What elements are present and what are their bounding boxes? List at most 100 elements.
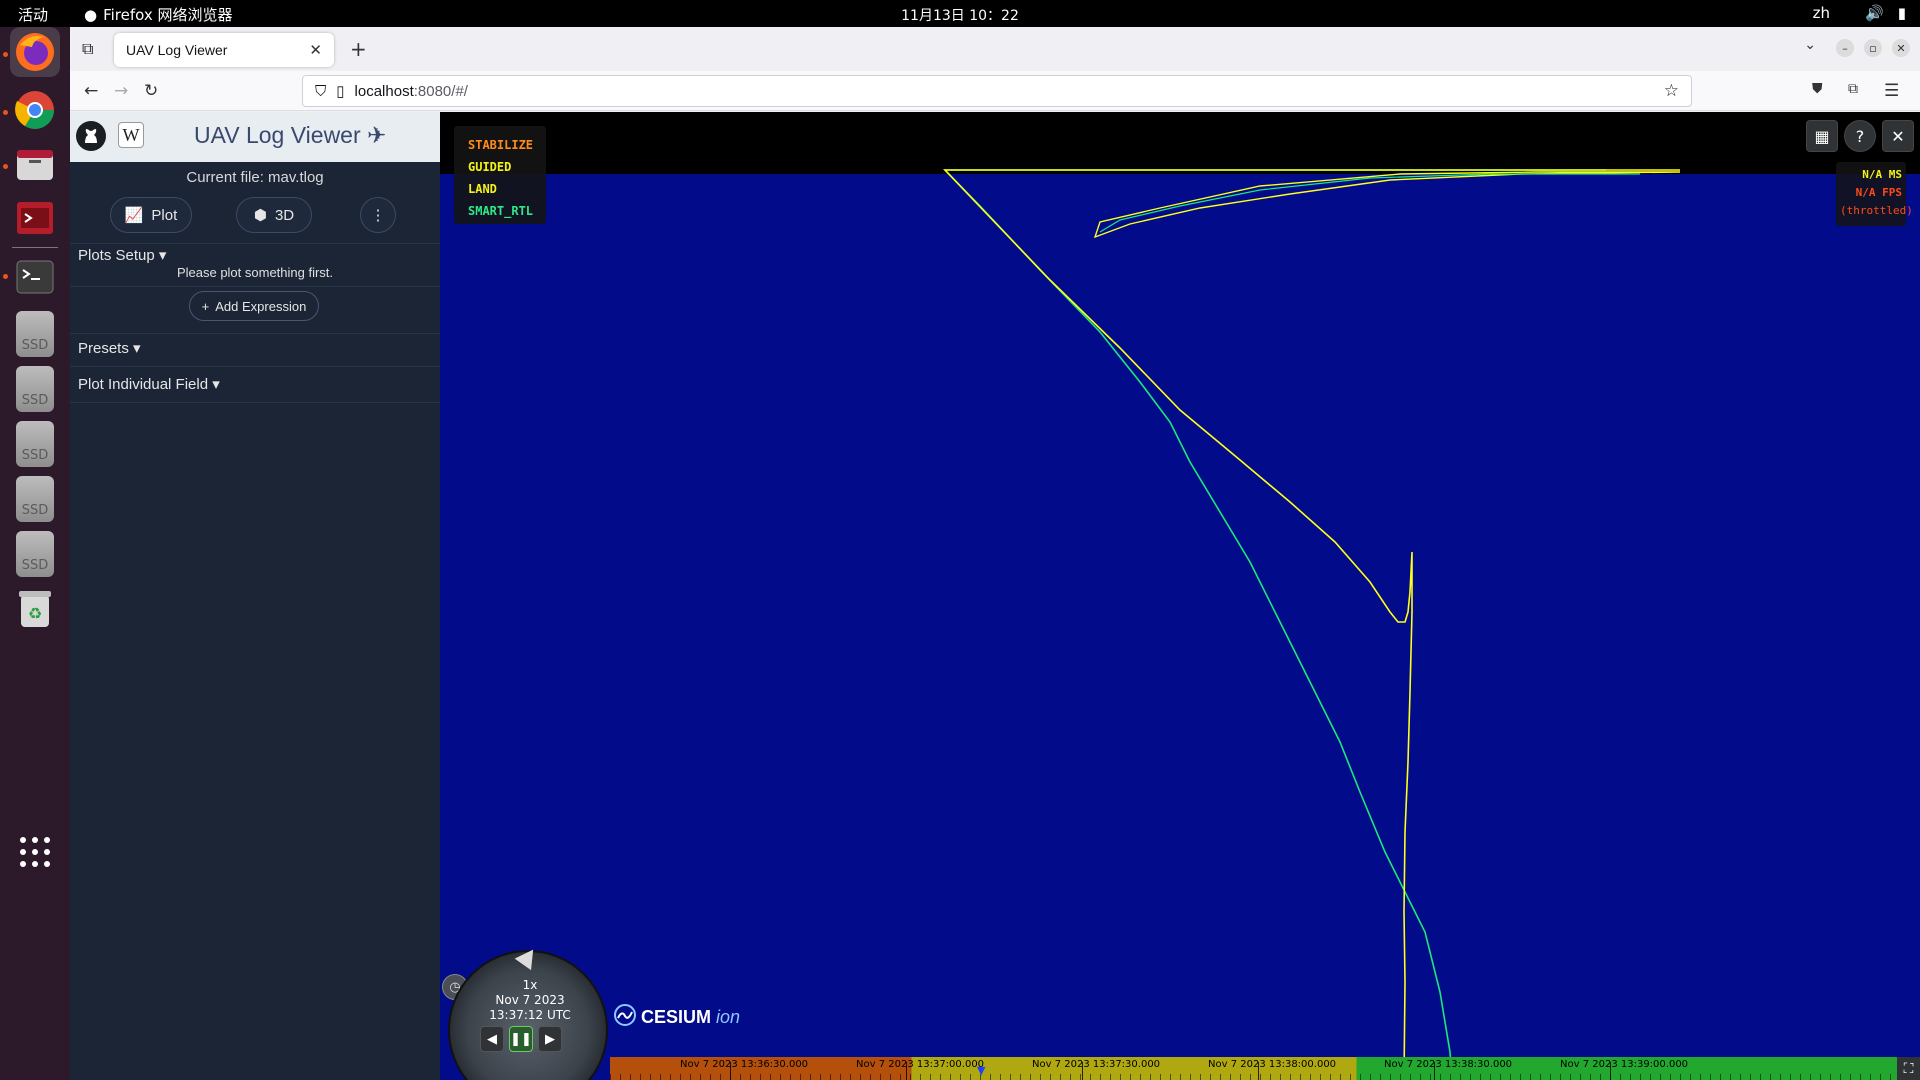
github-icon[interactable] — [76, 121, 106, 151]
dock-firefox[interactable] — [10, 27, 60, 77]
more-options-button[interactable]: ⋮ — [360, 197, 396, 233]
flight-mode-smart-rtl: SMART_RTL — [468, 204, 534, 218]
cesium-ion-credit[interactable]: CESIUM ion — [614, 1004, 740, 1031]
3d-button[interactable]: ⬢ 3D — [236, 197, 312, 233]
trash-icon: ♻ — [19, 591, 51, 627]
menu-icon[interactable]: ☰ — [1884, 81, 1899, 101]
add-expression-label: Add Expression — [215, 298, 307, 314]
dock-ssd-3[interactable]: SSD — [10, 419, 60, 469]
firefox-icon — [16, 33, 54, 71]
svg-text:♻: ♻ — [28, 604, 42, 623]
timeline-needle-icon[interactable]: ▼ — [977, 1064, 985, 1077]
reload-icon[interactable]: ↻ — [144, 81, 158, 101]
timeline[interactable]: Nov 7 2023 13:36:30.000 Nov 7 2023 13:37:… — [610, 1057, 1920, 1080]
flight-mode-legend: STABILIZE GUIDED LAND SMART_RTL — [454, 126, 546, 224]
tab-title: UAV Log Viewer — [126, 42, 228, 58]
cesium-3d-viewer[interactable]: STABILIZE GUIDED LAND SMART_RTL ▦ ? ✕ N/A M… — [440, 112, 1920, 1080]
divider — [70, 402, 440, 403]
cube-icon: ⬢ — [253, 207, 267, 224]
grid-map-icon[interactable]: ▦ — [1806, 120, 1838, 152]
dock-ssd-1[interactable]: SSD — [10, 309, 60, 359]
pause-icon[interactable]: ❚❚ — [509, 1026, 533, 1052]
caret-down-icon: ▾ — [133, 340, 141, 357]
clock[interactable]: 11月13日 10：22 — [0, 5, 1920, 25]
fullscreen-icon[interactable]: ⛶ — [1897, 1057, 1920, 1080]
divider — [70, 366, 440, 367]
running-indicator — [3, 52, 8, 57]
input-language-indicator[interactable]: zh — [1813, 4, 1830, 22]
wiki-icon[interactable]: W — [118, 122, 144, 148]
bookmark-star-icon[interactable]: ☆ — [1664, 81, 1679, 101]
ssd-drive-icon: SSD — [16, 311, 54, 357]
uav-log-viewer-app: W UAV Log Viewer ✈ Current file: mav.tlo… — [70, 112, 1920, 1080]
forward-icon[interactable]: → — [114, 81, 128, 101]
pocket-icon[interactable]: ⛊ — [1812, 81, 1823, 97]
ssd-drive-icon: SSD — [16, 476, 54, 522]
flight-mode-stabilize: STABILIZE — [468, 138, 534, 152]
app-red-icon — [17, 202, 53, 234]
url-bar[interactable]: ⛉ ▯ localhost:8080/#/ ☆ — [302, 75, 1692, 107]
timeline-label: Nov 7 2023 13:38:30.000 — [1384, 1059, 1513, 1070]
dock-show-apps[interactable] — [10, 827, 60, 877]
dock-ssd-4[interactable]: SSD — [10, 474, 60, 524]
running-indicator — [3, 110, 8, 115]
dock-chrome[interactable] — [10, 85, 60, 135]
add-expression-button[interactable]: + Add Expression — [189, 291, 319, 321]
plots-setup-label: Plots Setup — [78, 247, 155, 264]
plot-individual-field-toggle[interactable]: Plot Individual Field ▾ — [78, 375, 220, 393]
tab-strip: ⧉ UAV Log Viewer ✕ + ⌄ – ▫ ✕ — [70, 27, 1920, 71]
plots-setup-toggle[interactable]: Plots Setup ▾ — [78, 246, 166, 264]
chevron-down-icon[interactable]: ⌄ — [1804, 37, 1816, 53]
dock-files[interactable] — [10, 139, 60, 189]
dock-red-app[interactable] — [10, 193, 60, 243]
terminal-icon — [16, 260, 54, 294]
battery-icon: ▮ — [1897, 4, 1906, 22]
play-reverse-icon[interactable]: ◀ — [480, 1026, 504, 1052]
minimize-icon[interactable]: – — [1836, 39, 1854, 57]
chrome-icon — [15, 91, 54, 129]
tab-uav-log-viewer[interactable]: UAV Log Viewer ✕ — [114, 33, 334, 67]
close-tab-icon[interactable]: ✕ — [309, 41, 322, 59]
plane-icon: ✈ — [367, 122, 387, 148]
list-all-tabs-icon[interactable]: ⧉ — [82, 39, 93, 59]
timeline-label: Nov 7 2023 13:38:00.000 — [1208, 1059, 1337, 1070]
cesium-logo-icon — [614, 1004, 636, 1031]
system-tray[interactable]: 🔊 ▮ — [1865, 4, 1906, 22]
timeline-minor-ticks — [610, 1074, 1920, 1080]
3d-button-label: 3D — [274, 206, 295, 224]
flight-path-yellow — [943, 169, 1680, 1080]
close-viewer-icon[interactable]: ✕ — [1882, 120, 1914, 152]
url-path: :8080/#/ — [413, 82, 468, 100]
ssd-drive-icon: SSD — [16, 366, 54, 412]
dock-ssd-5[interactable]: SSD — [10, 529, 60, 579]
timeline-label: Nov 7 2023 13:36:30.000 — [680, 1059, 809, 1070]
url-host: localhost — [354, 82, 414, 100]
help-icon[interactable]: ? — [1844, 120, 1876, 152]
animation-widget[interactable]: 1x Nov 7 2023 13:37:12 UTC ◀ ❚❚ ▶ — [440, 942, 610, 1080]
chart-icon: 📈 — [124, 207, 144, 224]
restore-icon[interactable]: ▫ — [1864, 39, 1882, 57]
running-indicator — [3, 164, 8, 169]
new-tab-icon[interactable]: + — [350, 37, 367, 61]
system-top-bar: 活动 ● Firefox 网络浏览器 11月13日 10：22 zh 🔊 ▮ — [0, 0, 1920, 27]
presets-label: Presets — [78, 340, 129, 357]
performance-display: N/A MS N/A FPS (throttled) — [1836, 162, 1913, 226]
app-title-text: UAV Log Viewer — [194, 122, 361, 148]
dock-ssd-2[interactable]: SSD — [10, 364, 60, 414]
presets-toggle[interactable]: Presets ▾ — [78, 339, 141, 357]
shield-icon[interactable]: ⛉ — [315, 83, 326, 100]
app-title: UAV Log Viewer ✈ — [194, 122, 386, 149]
timeline-label: Nov 7 2023 13:39:00.000 — [1560, 1059, 1689, 1070]
divider — [70, 286, 440, 287]
play-forward-icon[interactable]: ▶ — [538, 1026, 562, 1052]
caret-down-icon: ▾ — [158, 247, 167, 264]
plot-button[interactable]: 📈 Plot — [110, 197, 192, 233]
extensions-icon[interactable]: ⧉ — [1848, 81, 1858, 97]
back-icon[interactable]: ← — [84, 81, 98, 101]
dock-separator — [12, 247, 58, 248]
dock-trash[interactable]: ♻ — [10, 584, 60, 634]
close-window-icon[interactable]: ✕ — [1892, 39, 1910, 57]
flight-loop-yellow — [1093, 171, 1681, 239]
caret-down-icon: ▾ — [212, 376, 220, 393]
dock-terminal[interactable] — [10, 252, 60, 302]
